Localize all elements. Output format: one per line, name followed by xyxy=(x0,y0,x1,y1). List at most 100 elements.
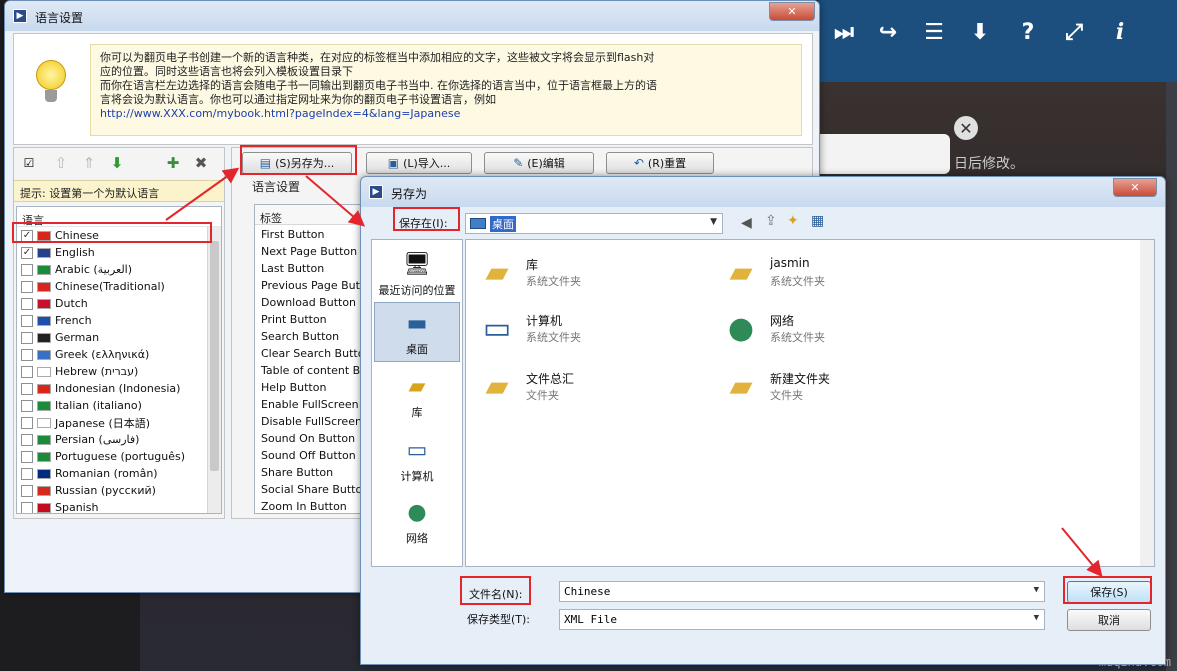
label-row[interactable]: Download Button xyxy=(255,293,373,310)
language-checkbox[interactable]: ✓ xyxy=(21,246,33,259)
language-row[interactable]: Spanish xyxy=(17,499,221,513)
save-button[interactable]: 保存(S) xyxy=(1067,581,1151,603)
language-row[interactable]: Portuguese (português) xyxy=(17,448,221,465)
add-language-icon[interactable]: ✚ xyxy=(162,152,184,174)
language-checkbox[interactable] xyxy=(21,263,33,276)
up-folder-icon[interactable]: ⇪ xyxy=(765,213,777,229)
label-row[interactable]: Clear Search Button xyxy=(255,344,373,361)
place-computer[interactable]: ▭ 计算机 xyxy=(374,430,460,490)
list-icon[interactable]: ☰ xyxy=(916,14,952,50)
save-as-button[interactable]: ▤ (S)另存为... xyxy=(242,152,352,174)
place-network[interactable]: ● 网络 xyxy=(374,492,460,552)
label-row[interactable]: Sound On Button xyxy=(255,429,373,446)
label-row[interactable]: Search Button xyxy=(255,327,373,344)
filetype-label: 保存类型(T): xyxy=(467,613,531,626)
close-button[interactable]: ✕ xyxy=(769,2,815,21)
move-up-icon[interactable]: ⇑ xyxy=(78,152,100,174)
cancel-button[interactable]: 取消 xyxy=(1067,609,1151,631)
back-icon[interactable]: ◀ xyxy=(741,215,752,231)
language-checkbox[interactable] xyxy=(21,433,33,446)
move-top-icon[interactable]: ⇧ xyxy=(50,152,72,174)
file-item-new-folder[interactable]: ▰ 新建文件夹 文件夹 xyxy=(714,362,934,414)
language-row[interactable]: German xyxy=(17,329,221,346)
file-item-network[interactable]: ● 网络 系统文件夹 xyxy=(714,304,934,356)
language-row[interactable]: Indonesian (Indonesia) xyxy=(17,380,221,397)
language-row[interactable]: Persian (فارسی) xyxy=(17,431,221,448)
language-row[interactable]: Chinese(Traditional) xyxy=(17,278,221,295)
move-down-icon[interactable]: ⬇ xyxy=(106,152,128,174)
place-libraries[interactable]: ▰ 库 xyxy=(374,366,460,426)
place-recent[interactable]: 🖥 最近访问的位置 xyxy=(374,244,460,304)
language-checkbox[interactable] xyxy=(21,382,33,395)
language-list-scrollbar[interactable] xyxy=(207,227,221,513)
language-row[interactable]: French xyxy=(17,312,221,329)
language-checkbox[interactable]: ✓ xyxy=(21,229,33,242)
label-row[interactable]: Print Button xyxy=(255,310,373,327)
language-row[interactable]: Romanian (român) xyxy=(17,465,221,482)
fullscreen-icon[interactable]: ⤢ xyxy=(1056,14,1092,50)
language-checkbox[interactable] xyxy=(21,450,33,463)
check-all-icon[interactable]: ☑ xyxy=(18,152,40,174)
language-checkbox[interactable] xyxy=(21,399,33,412)
download-icon[interactable]: ⬇ xyxy=(962,14,998,50)
language-row[interactable]: Dutch xyxy=(17,295,221,312)
info-icon[interactable]: i xyxy=(1102,14,1138,50)
label-row[interactable]: First Button xyxy=(255,225,373,242)
file-item-user[interactable]: ▰ jasmin 系统文件夹 xyxy=(714,248,934,300)
info-text: 你可以为翻页电子书创建一个新的语言种类，在对应的标签框当中添加相应的文字，这些被… xyxy=(100,51,800,121)
label-row[interactable]: Help Button xyxy=(255,378,373,395)
share-icon[interactable]: ↪ xyxy=(870,14,906,50)
language-checkbox[interactable] xyxy=(21,297,33,310)
save-in-combo[interactable]: 桌面 ▼ xyxy=(465,213,723,234)
language-checkbox[interactable] xyxy=(21,467,33,480)
language-checkbox[interactable] xyxy=(21,416,33,429)
language-row[interactable]: ✓ Chinese xyxy=(17,227,221,244)
view-menu-icon[interactable]: ▦ xyxy=(811,213,824,229)
delete-language-icon[interactable]: ✖ xyxy=(190,152,212,174)
language-row[interactable]: Greek (ελληνικά) xyxy=(17,346,221,363)
language-row[interactable]: Italian (italiano) xyxy=(17,397,221,414)
file-list-scrollbar[interactable] xyxy=(1140,240,1154,566)
label-row[interactable]: Sound Off Button xyxy=(255,446,373,463)
place-desktop[interactable]: ▬ 桌面 xyxy=(374,302,460,362)
edit-button[interactable]: ✎ (E)编辑 xyxy=(484,152,594,174)
filetype-select[interactable]: XML File ▼ xyxy=(559,609,1045,630)
language-checkbox[interactable] xyxy=(21,501,33,513)
file-item-computer[interactable]: ▭ 计算机 系统文件夹 xyxy=(470,304,690,356)
language-window-titlebar[interactable]: ▶ 语言设置 ✕ xyxy=(5,1,819,31)
label-row[interactable]: Zoom In Button xyxy=(255,497,373,513)
save-dialog-titlebar[interactable]: ▶ 另存为 ✕ xyxy=(361,177,1165,207)
label-row[interactable]: Last Button xyxy=(255,259,373,276)
language-checkbox[interactable] xyxy=(21,348,33,361)
language-row[interactable]: ✓ English xyxy=(17,244,221,261)
scrollbar-thumb[interactable] xyxy=(210,241,219,471)
language-checkbox[interactable] xyxy=(21,314,33,327)
language-checkbox[interactable] xyxy=(21,280,33,293)
dialog-close-button[interactable]: ✕ xyxy=(1113,178,1157,197)
label-row[interactable]: Next Page Button xyxy=(255,242,373,259)
language-checkbox[interactable] xyxy=(21,365,33,378)
file-item-library[interactable]: ▰ 库 系统文件夹 xyxy=(470,248,690,300)
help-icon[interactable]: ? xyxy=(1010,14,1046,50)
info-link[interactable]: http://www.XXX.com/mybook.html?pageIndex… xyxy=(100,107,800,121)
language-row[interactable]: Hebrew (עברית) xyxy=(17,363,221,380)
language-row[interactable]: Japanese (日本語) xyxy=(17,414,221,431)
label-row[interactable]: Disable FullScreen Bu xyxy=(255,412,373,429)
language-row[interactable]: Russian (русский) xyxy=(17,482,221,499)
label-row[interactable]: Enable FullScreen But xyxy=(255,395,373,412)
import-label: (L)导入... xyxy=(403,157,451,170)
new-folder-icon[interactable]: ✦ xyxy=(787,213,799,229)
forward-icon[interactable]: ⏭ xyxy=(826,14,862,50)
reset-button[interactable]: ↶ (R)重置 xyxy=(606,152,714,174)
filename-input[interactable]: Chinese ▼ xyxy=(559,581,1045,602)
popup-close-icon[interactable]: ✕ xyxy=(954,116,978,140)
label-row[interactable]: Table of content Butt xyxy=(255,361,373,378)
label-row[interactable]: Social Share Button xyxy=(255,480,373,497)
label-row[interactable]: Previous Page Button xyxy=(255,276,373,293)
file-item-folder[interactable]: ▰ 文件总汇 文件夹 xyxy=(470,362,690,414)
language-row[interactable]: Arabic (العربية) xyxy=(17,261,221,278)
label-row[interactable]: Share Button xyxy=(255,463,373,480)
import-button[interactable]: ▣ (L)导入... xyxy=(366,152,472,174)
language-checkbox[interactable] xyxy=(21,331,33,344)
language-checkbox[interactable] xyxy=(21,484,33,497)
